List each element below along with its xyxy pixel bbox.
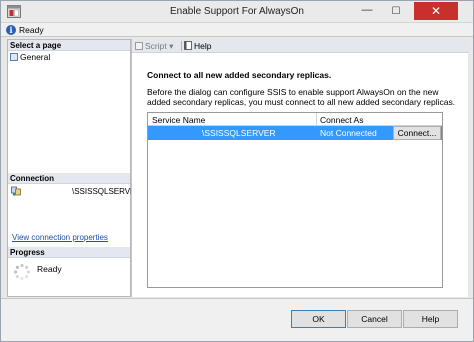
row-service-name: \SSISSQLSERVER bbox=[202, 128, 276, 138]
page-icon bbox=[10, 53, 18, 61]
page-item-general[interactable]: General bbox=[10, 52, 50, 62]
toolbar-help-button[interactable]: Help bbox=[184, 41, 211, 51]
maximize-button[interactable]: ☐ bbox=[383, 4, 409, 20]
script-icon bbox=[135, 42, 143, 50]
column-divider[interactable] bbox=[316, 113, 317, 126]
right-pane: Script ▾ Help Connect to all new added s… bbox=[131, 39, 469, 297]
help-button[interactable]: Help bbox=[403, 310, 458, 328]
close-button[interactable]: ✕ bbox=[414, 2, 458, 20]
dialog-window: Enable Support For AlwaysOn — ☐ ✕ i Read… bbox=[0, 0, 474, 342]
column-header-service-name[interactable]: Service Name bbox=[152, 115, 205, 125]
help-book-icon bbox=[184, 41, 192, 50]
toolbar-separator bbox=[181, 41, 182, 51]
minimize-button[interactable]: — bbox=[354, 4, 380, 20]
grid-header: Service Name Connect As bbox=[148, 113, 442, 126]
column-header-connect-as[interactable]: Connect As bbox=[320, 115, 363, 125]
server-connection-icon bbox=[11, 186, 21, 196]
title-bar[interactable]: Enable Support For AlwaysOn — ☐ ✕ bbox=[1, 1, 473, 23]
button-bar: OK Cancel Help bbox=[1, 298, 473, 341]
ok-button[interactable]: OK bbox=[291, 310, 346, 328]
status-bar: i Ready bbox=[1, 23, 473, 37]
table-row[interactable]: \SSISSQLSERVER Not Connected Connect... bbox=[148, 126, 442, 140]
cancel-button[interactable]: Cancel bbox=[347, 310, 402, 328]
script-dropdown-icon[interactable]: ▾ bbox=[169, 41, 173, 51]
connect-button[interactable]: Connect... bbox=[393, 126, 441, 140]
info-icon: i bbox=[6, 25, 16, 35]
progress-spinner-icon bbox=[13, 263, 31, 281]
progress-status-text: Ready bbox=[37, 264, 62, 274]
section-description: Before the dialog can configure SSIS to … bbox=[147, 87, 456, 107]
row-connect-status: Not Connected bbox=[320, 128, 377, 138]
left-pane: Select a page General Connection \SSISSQ… bbox=[7, 39, 141, 297]
toolbar-help-label: Help bbox=[194, 41, 212, 51]
progress-header: Progress bbox=[8, 247, 130, 258]
toolbar: Script ▾ Help bbox=[132, 39, 469, 53]
script-button[interactable]: Script ▾ bbox=[135, 41, 173, 52]
page-item-label: General bbox=[20, 52, 51, 62]
select-page-header: Select a page bbox=[8, 40, 130, 51]
connection-header: Connection bbox=[8, 173, 130, 184]
script-label: Script bbox=[145, 41, 167, 51]
section-heading: Connect to all new added secondary repli… bbox=[147, 70, 332, 80]
replica-grid: Service Name Connect As \SSISSQLSERVER N… bbox=[147, 112, 443, 288]
view-connection-properties-link[interactable]: View connection properties bbox=[12, 233, 108, 242]
status-text: Ready bbox=[19, 25, 44, 35]
